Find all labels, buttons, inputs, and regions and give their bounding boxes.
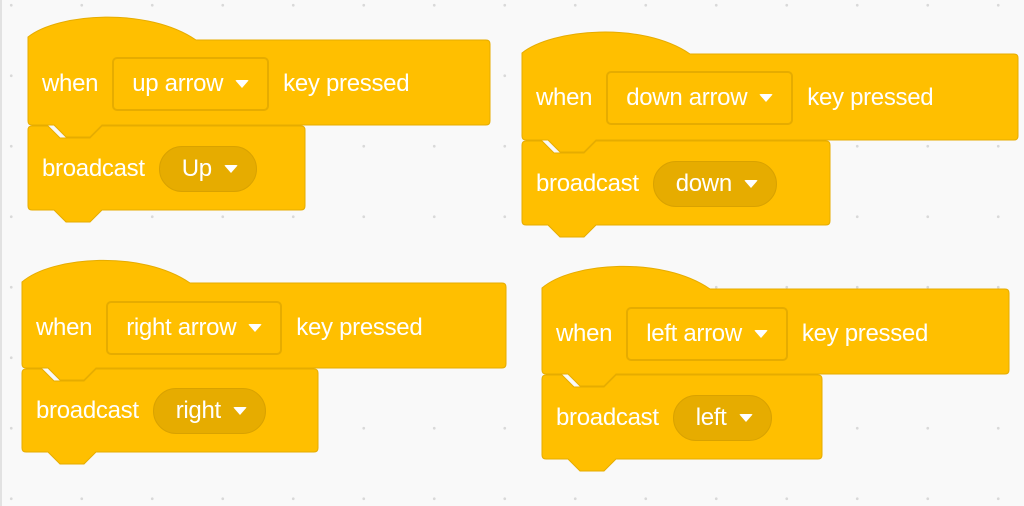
key-dropdown-value: up arrow [132,70,224,97]
key-dropdown-value: right arrow [126,314,237,341]
message-dropdown-value: Up [181,155,212,182]
when-label: when [556,320,613,347]
key-dropdown[interactable]: left arrow [626,307,788,361]
key-dropdown[interactable]: right arrow [106,301,283,355]
key-pressed-label: key pressed [283,70,410,97]
when-label: when [42,70,99,97]
dropdown-caret-icon [223,165,238,173]
dropdown-caret-icon [248,324,263,332]
key-dropdown-value: down arrow [626,84,748,111]
script-shape [21,259,507,465]
message-dropdown-value: left [695,404,727,431]
key-dropdown[interactable]: down arrow [606,71,794,125]
dropdown-caret-icon [738,414,753,422]
message-dropdown-value: right [175,397,222,424]
dropdown-caret-icon [232,407,247,415]
key-pressed-label: key pressed [296,314,423,341]
key-dropdown-value: left arrow [646,320,742,347]
broadcast-label: broadcast [36,397,139,424]
script-shape [521,31,1019,238]
message-dropdown[interactable]: Up [158,146,257,192]
broadcast-label: broadcast [536,170,639,197]
message-dropdown[interactable]: down [652,161,777,207]
message-dropdown[interactable]: left [672,395,772,441]
scripts-workspace[interactable]: when up arrow key pressed broadcast Up w… [0,0,1024,506]
dropdown-caret-icon [235,80,250,88]
script-shape [27,16,491,223]
broadcast-label: broadcast [42,155,145,182]
when-label: when [36,314,93,341]
key-dropdown[interactable]: up arrow [112,57,270,111]
when-label: when [536,84,593,111]
script-shape [541,265,1010,472]
message-dropdown-value: down [675,170,732,197]
dropdown-caret-icon [743,180,758,188]
broadcast-label: broadcast [556,404,659,431]
key-pressed-label: key pressed [807,84,934,111]
dropdown-caret-icon [759,94,774,102]
message-dropdown[interactable]: right [152,388,266,434]
dropdown-caret-icon [753,330,768,338]
key-pressed-label: key pressed [801,320,928,347]
